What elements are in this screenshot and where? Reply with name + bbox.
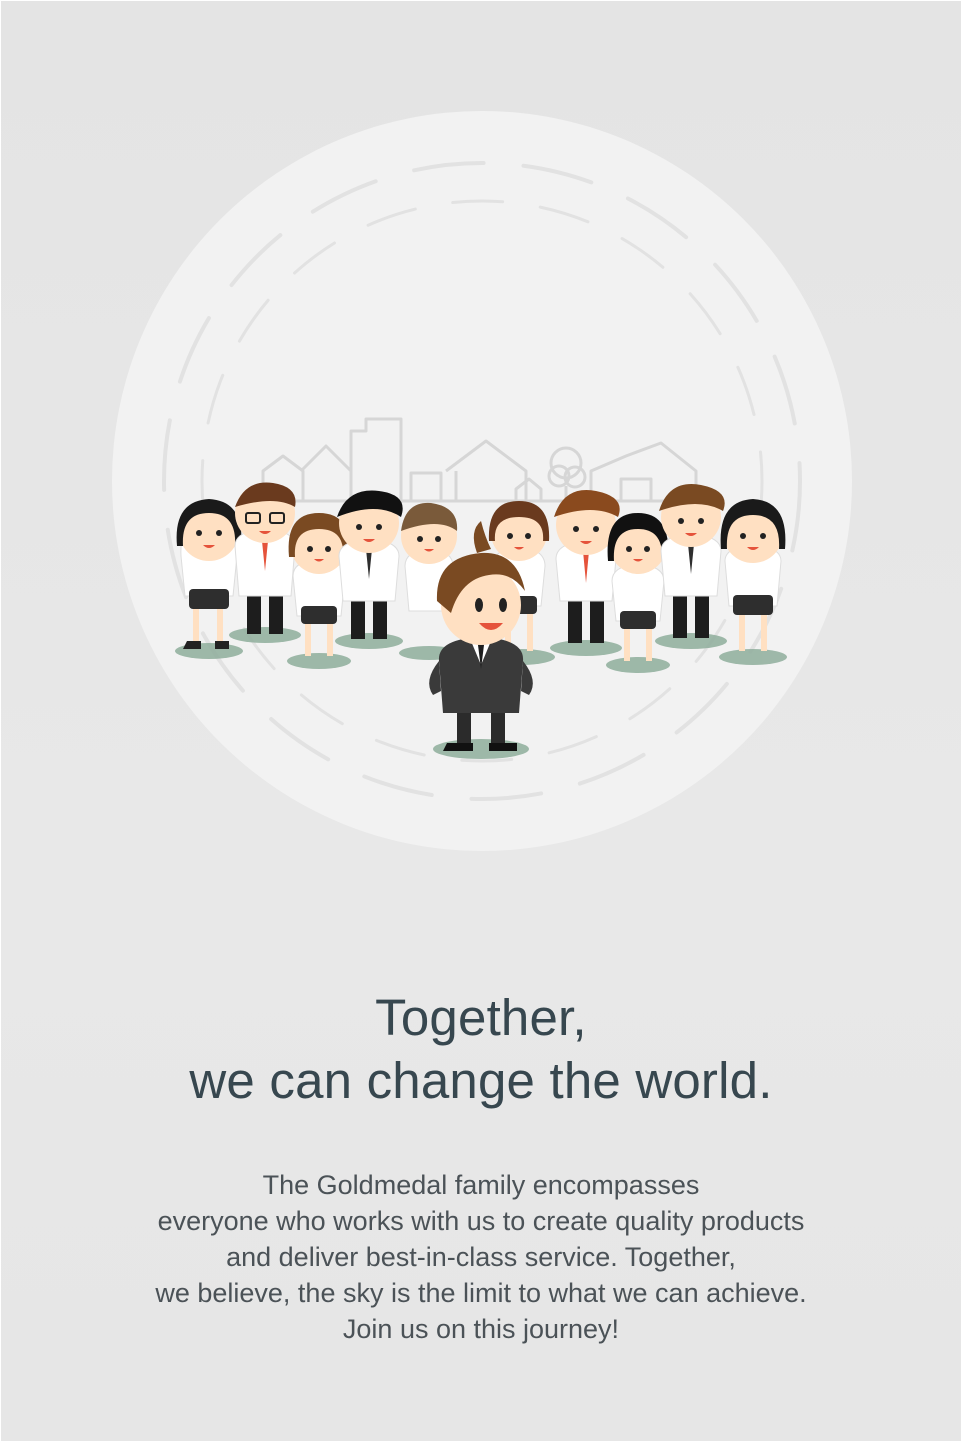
body-line: The Goldmedal family encompasses xyxy=(262,1170,700,1200)
body-paragraph: The Goldmedal family encompasses everyon… xyxy=(1,1167,961,1347)
body-line: we believe, the sky is the limit to what… xyxy=(155,1278,807,1308)
body-line: everyone who works with us to create qua… xyxy=(157,1206,805,1236)
headline-line-2: we can change the world. xyxy=(189,1052,773,1109)
promo-card: Together, we can change the world. The G… xyxy=(1,1,961,1441)
team-group-illustration xyxy=(112,111,852,851)
headline-line-1: Together, xyxy=(375,989,587,1046)
headline: Together, we can change the world. xyxy=(1,986,961,1112)
body-line: and deliver best-in-class service. Toget… xyxy=(226,1242,736,1272)
body-line: Join us on this journey! xyxy=(342,1314,620,1344)
